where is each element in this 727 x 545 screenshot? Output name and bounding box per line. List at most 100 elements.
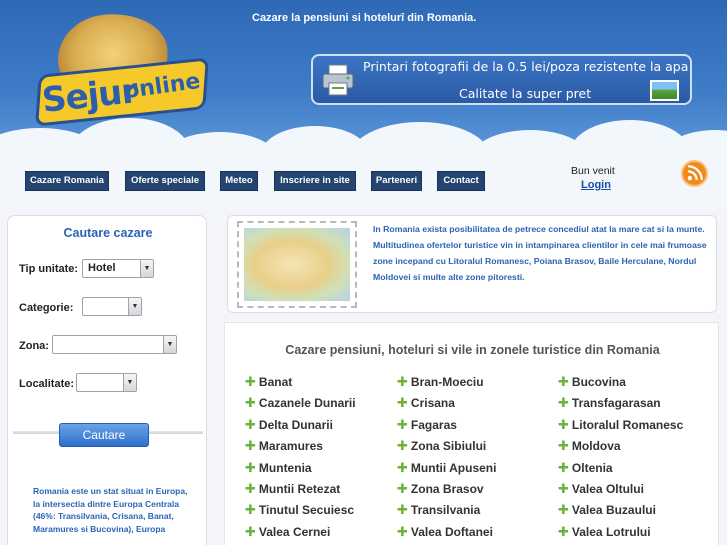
intro-box: In Romania exista posibilitatea de petre…: [227, 215, 717, 313]
plus-icon: ✚: [397, 395, 408, 411]
zone-label: Cazanele Dunarii: [258, 396, 356, 411]
zone-link[interactable]: ✚ Tinutul Secuiesc: [245, 502, 354, 518]
zone-link[interactable]: ✚ Cazanele Dunarii: [245, 395, 356, 411]
zone-link[interactable]: ✚ Zona Sibiului: [397, 438, 486, 454]
plus-icon: ✚: [397, 438, 408, 454]
rss-icon[interactable]: [681, 160, 708, 187]
zone-link[interactable]: ✚ Valea Cernei: [245, 524, 330, 540]
search-sidebar: Cautare cazare Tip unitate: Hotel ▼ Cate…: [7, 215, 207, 545]
zone-link[interactable]: ✚ Muntii Retezat: [245, 481, 340, 497]
zone-link[interactable]: ✚ Banat: [245, 374, 292, 390]
plus-icon: ✚: [558, 459, 569, 475]
zone-label: Valea Cernei: [258, 524, 331, 539]
zone-label: Muntii Retezat: [258, 482, 341, 496]
zone-link[interactable]: ✚ Litoralul Romanesc: [558, 417, 683, 433]
localitate-select[interactable]: ▼: [76, 373, 137, 392]
nav-cazare-romania[interactable]: Cazare Romania: [25, 171, 109, 191]
zone-label: Crisana: [410, 396, 455, 411]
plus-icon: ✚: [245, 395, 256, 411]
zone-link[interactable]: ✚ Valea Doftanei: [397, 524, 493, 540]
zone-label: Maramures: [258, 439, 323, 454]
nav-contact[interactable]: Contact: [437, 171, 485, 191]
zone-label: Fagaras: [410, 417, 457, 432]
zone-link[interactable]: ✚ Valea Buzaului: [558, 502, 656, 518]
romania-map-stamp: [237, 221, 357, 308]
zone-label: Litoralul Romanesc: [571, 417, 684, 432]
localitate-label: Localitate:: [19, 378, 75, 390]
zone-link[interactable]: ✚ Muntii Apuseni: [397, 460, 496, 476]
zona-select[interactable]: ▼: [52, 335, 177, 354]
chevron-down-icon: ▼: [140, 260, 153, 277]
zone-label: Muntii Apuseni: [410, 460, 497, 475]
plus-icon: ✚: [558, 438, 569, 454]
zone-label: Transfagarasan: [571, 396, 661, 411]
zone-link[interactable]: ✚ Transilvania: [397, 502, 480, 518]
zone-label: Zona Sibiului: [410, 439, 487, 454]
zone-link[interactable]: ✚ Moldova: [558, 438, 621, 454]
tourist-zones-panel: Cazare pensiuni, hoteluri si vile in zon…: [224, 322, 719, 545]
landscape-photo-icon: [650, 80, 679, 101]
zone-link[interactable]: ✚ Muntenia: [245, 460, 312, 476]
intro-text: In Romania exista posibilitatea de petre…: [373, 224, 707, 282]
zone-link[interactable]: ✚ Bran-Moeciu: [397, 374, 484, 390]
zone-link[interactable]: ✚ Delta Dunarii: [245, 417, 333, 433]
plus-icon: ✚: [397, 416, 408, 432]
plus-icon: ✚: [558, 395, 569, 411]
zone-label: Bran-Moeciu: [410, 375, 484, 389]
plus-icon: ✚: [245, 523, 256, 539]
zone-label: Banat: [258, 375, 293, 389]
nav-inscriere[interactable]: Inscriere in site: [274, 171, 356, 191]
plus-icon: ✚: [397, 374, 408, 389]
zone-label: Oltenia: [571, 460, 613, 475]
categorie-label: Categorie:: [19, 302, 74, 314]
zone-label: Valea Buzaului: [571, 503, 656, 518]
zone-link[interactable]: ✚ Valea Oltului: [558, 481, 644, 497]
zona-label: Zona:: [19, 340, 49, 352]
tip-unitate-select[interactable]: Hotel ▼: [82, 259, 154, 278]
zone-label: Valea Oltului: [571, 482, 644, 496]
plus-icon: ✚: [558, 502, 569, 518]
categorie-select[interactable]: ▼: [82, 297, 142, 316]
plus-icon: ✚: [397, 481, 408, 496]
zone-link[interactable]: ✚ Crisana: [397, 395, 455, 411]
nav-oferte-speciale[interactable]: Oferte speciale: [125, 171, 205, 191]
plus-icon: ✚: [245, 438, 256, 454]
plus-icon: ✚: [245, 374, 256, 389]
chevron-down-icon: ▼: [123, 374, 136, 391]
welcome-text: Bun venit: [571, 165, 615, 177]
chevron-down-icon: ▼: [128, 298, 141, 315]
plus-icon: ✚: [558, 416, 569, 432]
plus-icon: ✚: [245, 459, 256, 475]
nav-meteo[interactable]: Meteo: [220, 171, 258, 191]
plus-icon: ✚: [245, 416, 256, 432]
zone-link[interactable]: ✚ Transfagarasan: [558, 395, 661, 411]
promo-subline: Calitate la super pret: [459, 86, 592, 101]
printer-icon: [322, 64, 354, 96]
zone-link[interactable]: ✚ Valea Lotrului: [558, 524, 651, 540]
zones-title: Cazare pensiuni, hoteluri si vile in zon…: [285, 343, 660, 357]
zone-link[interactable]: ✚ Maramures: [245, 438, 323, 454]
zone-link[interactable]: ✚ Zona Brasov: [397, 481, 484, 497]
zone-label: Zona Brasov: [410, 482, 484, 496]
photo-print-promo-banner[interactable]: Printari fotografii de la 0.5 lei/poza r…: [311, 54, 692, 105]
zone-label: Muntenia: [258, 460, 312, 475]
login-link[interactable]: Login: [581, 179, 611, 191]
zone-label: Tinutul Secuiesc: [258, 503, 355, 518]
zone-link[interactable]: ✚ Bucovina: [558, 374, 626, 390]
plus-icon: ✚: [397, 523, 408, 539]
zone-label: Transilvania: [410, 503, 481, 518]
plus-icon: ✚: [558, 481, 569, 496]
nav-parteneri[interactable]: Parteneri: [371, 171, 422, 191]
chevron-down-icon: ▼: [163, 336, 176, 353]
plus-icon: ✚: [245, 481, 256, 496]
site-header: Sejur online Cazare la pensiuni si hotel…: [0, 0, 727, 210]
romania-map-image: [244, 228, 350, 301]
zone-link[interactable]: ✚ Fagaras: [397, 417, 457, 433]
search-button[interactable]: Cautare: [59, 423, 149, 447]
plus-icon: ✚: [558, 374, 569, 389]
promo-headline: Printari fotografii de la 0.5 lei/poza r…: [363, 59, 689, 74]
zone-label: Moldova: [571, 439, 621, 454]
zone-link[interactable]: ✚ Oltenia: [558, 460, 613, 476]
zone-label: Valea Doftanei: [410, 524, 493, 539]
tip-unitate-label: Tip unitate:: [19, 263, 79, 275]
